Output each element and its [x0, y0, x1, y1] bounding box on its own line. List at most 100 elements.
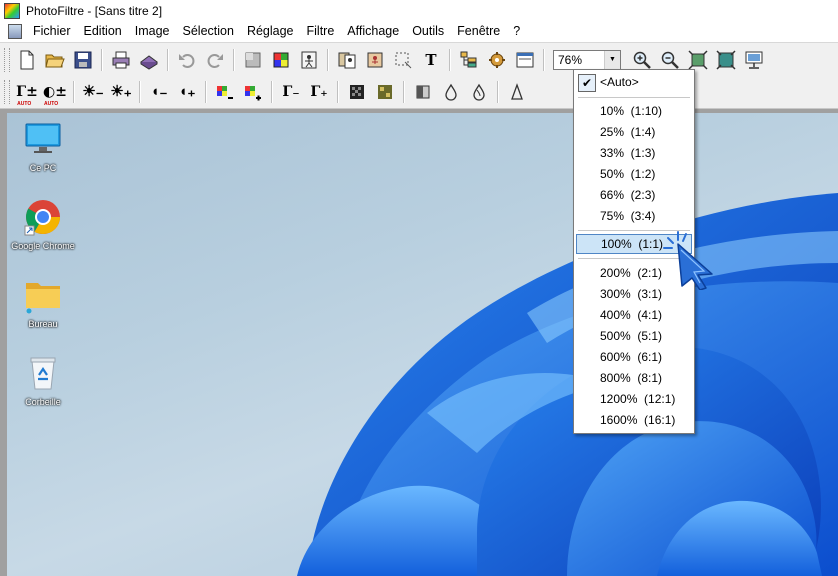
menu-selection[interactable]: Sélection: [178, 21, 242, 42]
brightness-plus-icon: ☀₊: [110, 83, 132, 100]
menu-reglage[interactable]: Réglage: [242, 21, 302, 42]
gamma-minus-button[interactable]: Γ₋: [278, 79, 304, 105]
window-title: PhotoFiltre - [Sans titre 2]: [26, 3, 163, 18]
zoom-value: 76%: [558, 52, 583, 67]
save-icon: [74, 51, 92, 68]
recycle-bin-icon: [30, 357, 56, 390]
redo-button[interactable]: [202, 47, 228, 73]
contrast-minus-button[interactable]: ◖₋: [146, 79, 172, 105]
zoom-option-66[interactable]: 66% (2:3): [574, 185, 694, 205]
chevron-down-icon[interactable]: ▼: [604, 50, 620, 69]
desktop-icon-ce-pc[interactable]: Ce PC: [7, 119, 83, 173]
window-button[interactable]: [512, 47, 538, 73]
new-button[interactable]: [14, 47, 40, 73]
texture-button[interactable]: [372, 79, 398, 105]
plugin-button[interactable]: [484, 47, 510, 73]
zoom-option-auto[interactable]: ✔ <Auto>: [574, 72, 694, 92]
menu-fichier[interactable]: Fichier: [28, 21, 79, 42]
zoom-option-200[interactable]: 200% (2:1): [574, 263, 694, 283]
zoom-option-400[interactable]: 400% (4:1): [574, 305, 694, 325]
saturation-minus-button[interactable]: [212, 79, 238, 105]
stamp-button[interactable]: [334, 47, 360, 73]
mirror-icon: [416, 85, 430, 98]
desktop-icon-corbeille[interactable]: Corbeille: [7, 353, 83, 407]
zoom-option-1600[interactable]: 1600% (16:1): [574, 410, 694, 430]
image-canvas[interactable]: Ce PC Google Chrome Bureau Corbeille: [7, 113, 838, 576]
gamma-auto-minus-button[interactable]: Γ± AUTO: [14, 79, 40, 107]
saturation-plus-button[interactable]: [240, 79, 266, 105]
monitor-icon: [25, 123, 61, 153]
gamma-plus-button[interactable]: Γ₊: [306, 79, 332, 105]
gamma-auto-minus-icon: Γ± AUTO: [16, 83, 38, 107]
toolbar-separator: [101, 48, 103, 71]
contrast-plus-button[interactable]: ◖₊: [174, 79, 200, 105]
fullscreen-button[interactable]: [741, 47, 767, 73]
fill-button[interactable]: [240, 47, 266, 73]
brightness-plus-button[interactable]: ☀₊: [108, 79, 134, 105]
text-icon: T: [425, 50, 437, 69]
pixelate-button[interactable]: [344, 79, 370, 105]
menu-outils[interactable]: Outils: [407, 21, 452, 42]
zoom-select[interactable]: 76% ▼: [553, 49, 621, 70]
sharpen-button[interactable]: [504, 79, 530, 105]
desktop-icon-label: Bureau: [28, 319, 58, 329]
zoom-option-75[interactable]: 75% (3:4): [574, 206, 694, 226]
open-button[interactable]: [42, 47, 68, 73]
zoom-option-25[interactable]: 25% (1:4): [574, 122, 694, 142]
selection-button[interactable]: [390, 47, 416, 73]
gamma-auto-plus-button[interactable]: ◐± AUTO: [42, 79, 68, 107]
menu-filtre[interactable]: Filtre: [302, 21, 343, 42]
zoom-option-500[interactable]: 500% (5:1): [574, 326, 694, 346]
zoom-option-800[interactable]: 800% (8:1): [574, 368, 694, 388]
fit-window-button[interactable]: [713, 47, 739, 73]
save-button[interactable]: [70, 47, 96, 73]
contrast-minus-icon: ◖₋: [150, 83, 168, 100]
stamp2-button[interactable]: [362, 47, 388, 73]
mirror-button[interactable]: [410, 79, 436, 105]
toolbar-separator: [205, 80, 207, 103]
toolbar-separator: [337, 80, 339, 103]
fit-image-icon: [688, 49, 708, 70]
color-picker-icon: [273, 52, 289, 67]
undo-icon: [179, 53, 195, 68]
desktop-icon-google-chrome[interactable]: Google Chrome: [7, 197, 83, 251]
toolbar-grip[interactable]: [4, 47, 10, 72]
drop2-button[interactable]: [466, 79, 492, 105]
menu-image[interactable]: Image: [130, 21, 178, 42]
brightness-minus-button[interactable]: ☀₋: [80, 79, 106, 105]
menu-edition[interactable]: Edition: [79, 21, 130, 42]
scan-button[interactable]: [136, 47, 162, 73]
document-icon[interactable]: [8, 24, 22, 39]
contrast-plus-icon: ◖₊: [178, 83, 196, 100]
toolbar-grip[interactable]: [4, 79, 10, 104]
zoom-option-33[interactable]: 33% (1:3): [574, 143, 694, 163]
zoom-option-300[interactable]: 300% (3:1): [574, 284, 694, 304]
texture-icon: [378, 84, 392, 99]
drop-button[interactable]: [438, 79, 464, 105]
color-picker-button[interactable]: [268, 47, 294, 73]
photofiltre-app-icon: [4, 2, 20, 19]
menu-fenetre[interactable]: Fenêtre: [452, 21, 508, 42]
zoom-option-100[interactable]: 100% (1:1): [576, 234, 692, 254]
toolbar-separator: [403, 80, 405, 103]
text-button[interactable]: T: [418, 47, 444, 73]
drop-icon: [445, 83, 457, 101]
zoom-option-600[interactable]: 600% (6:1): [574, 347, 694, 367]
zoom-option-50[interactable]: 50% (1:2): [574, 164, 694, 184]
print-button[interactable]: [108, 47, 134, 73]
plugin-icon: [489, 51, 505, 68]
fit-window-icon: [716, 49, 736, 70]
zoom-option-1200[interactable]: 1200% (12:1): [574, 389, 694, 409]
sharpen-icon: [511, 82, 523, 100]
folder-icon: [26, 283, 60, 314]
brightness-minus-icon: ☀₋: [82, 83, 104, 100]
menu-help[interactable]: ?: [508, 21, 528, 42]
browser-button[interactable]: [456, 47, 482, 73]
desktop-icon-bureau[interactable]: Bureau: [7, 275, 83, 329]
menu-affichage[interactable]: Affichage: [342, 21, 407, 42]
saturation-minus-icon: [217, 85, 233, 99]
transform-button[interactable]: [296, 47, 322, 73]
main-toolbar: T 76% ▼: [0, 42, 838, 76]
zoom-option-10[interactable]: 10% (1:10): [574, 101, 694, 121]
undo-button[interactable]: [174, 47, 200, 73]
